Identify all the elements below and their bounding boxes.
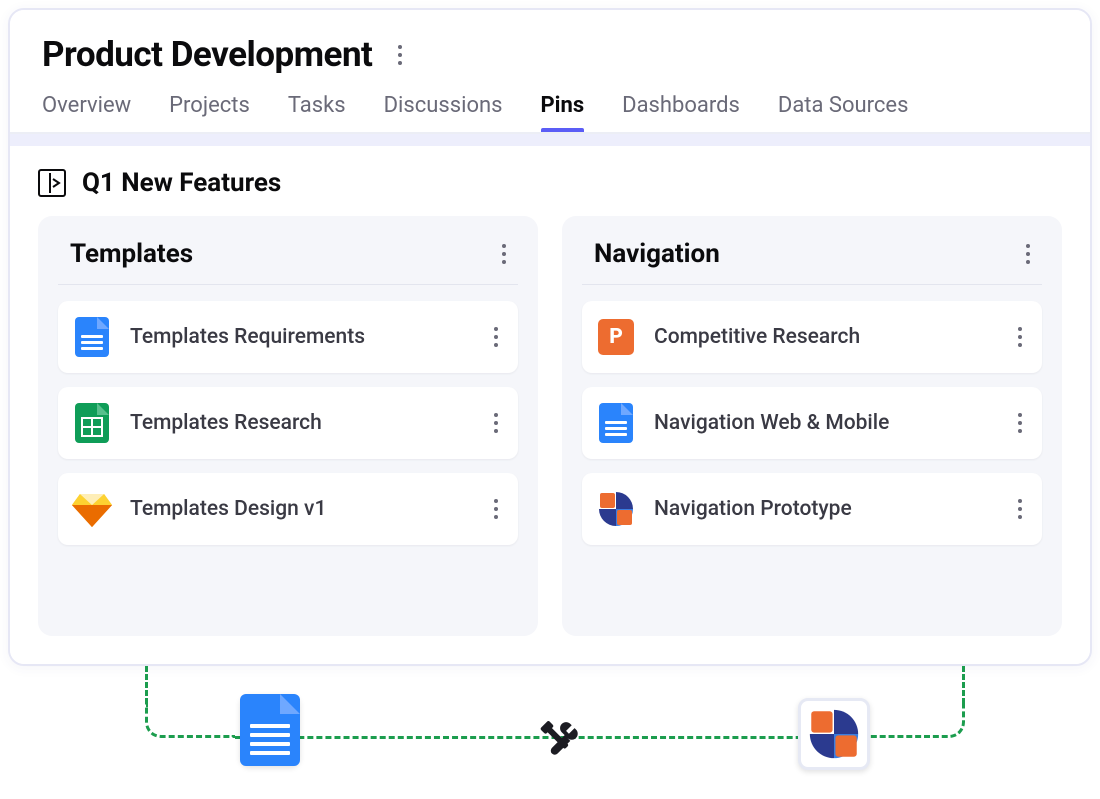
card-templates-research[interactable]: Templates Research bbox=[58, 387, 518, 459]
tab-projects[interactable]: Projects bbox=[169, 93, 250, 132]
tab-pins[interactable]: Pins bbox=[541, 93, 585, 132]
card-label: Competitive Research bbox=[654, 325, 994, 349]
title-row: Product Development bbox=[42, 34, 1058, 75]
section-title: Q1 New Features bbox=[82, 168, 281, 198]
card-more-icon[interactable] bbox=[488, 493, 504, 525]
card-templates-design[interactable]: Templates Design v1 bbox=[58, 473, 518, 545]
app-window: Product Development Overview Projects Ta… bbox=[8, 8, 1092, 666]
column-templates: Templates Templates Requirements Templat… bbox=[38, 216, 538, 636]
sketch-icon bbox=[72, 489, 112, 529]
card-more-icon[interactable] bbox=[1012, 493, 1028, 525]
tab-data-sources[interactable]: Data Sources bbox=[778, 93, 909, 132]
page-more-icon[interactable] bbox=[392, 39, 408, 71]
card-label: Navigation Prototype bbox=[654, 497, 994, 521]
card-label: Navigation Web & Mobile bbox=[654, 411, 994, 435]
card-navigation-web-mobile[interactable]: Navigation Web & Mobile bbox=[582, 387, 1042, 459]
google-doc-icon bbox=[72, 317, 112, 357]
tab-dashboards[interactable]: Dashboards bbox=[622, 93, 740, 132]
card-templates-requirements[interactable]: Templates Requirements bbox=[58, 301, 518, 373]
page-title: Product Development bbox=[42, 34, 372, 75]
card-more-icon[interactable] bbox=[488, 321, 504, 353]
card-label: Templates Requirements bbox=[130, 325, 470, 349]
tab-tasks[interactable]: Tasks bbox=[288, 93, 346, 132]
header: Product Development Overview Projects Ta… bbox=[10, 10, 1090, 132]
tools-icon bbox=[535, 714, 583, 766]
card-label: Templates Design v1 bbox=[130, 497, 470, 521]
card-more-icon[interactable] bbox=[1012, 407, 1028, 439]
column-more-icon[interactable] bbox=[496, 238, 512, 270]
tab-discussions[interactable]: Discussions bbox=[384, 93, 503, 132]
column-title: Navigation bbox=[594, 239, 720, 269]
tabs: Overview Projects Tasks Discussions Pins… bbox=[42, 93, 1058, 132]
columns: Templates Templates Requirements Templat… bbox=[38, 216, 1062, 636]
google-sheets-icon bbox=[72, 403, 112, 443]
prototype-icon bbox=[798, 698, 870, 770]
column-header: Templates bbox=[58, 234, 518, 285]
section: Q1 New Features Templates Templates Requ… bbox=[10, 146, 1090, 664]
connector-curve bbox=[145, 704, 235, 738]
card-more-icon[interactable] bbox=[1012, 321, 1028, 353]
column-header: Navigation bbox=[582, 234, 1042, 285]
google-doc-icon bbox=[240, 694, 300, 766]
connector-curve bbox=[865, 704, 965, 738]
integration-diagram bbox=[10, 674, 1090, 784]
prototype-icon bbox=[596, 489, 636, 529]
column-more-icon[interactable] bbox=[1020, 238, 1036, 270]
google-doc-icon bbox=[596, 403, 636, 443]
powerpoint-icon: P bbox=[596, 317, 636, 357]
column-navigation: Navigation P Competitive Research Naviga… bbox=[562, 216, 1062, 636]
connector-line bbox=[962, 666, 965, 704]
card-navigation-prototype[interactable]: Navigation Prototype bbox=[582, 473, 1042, 545]
connector-line bbox=[145, 666, 148, 704]
subheader-bar bbox=[10, 134, 1090, 146]
column-title: Templates bbox=[70, 239, 193, 269]
card-more-icon[interactable] bbox=[488, 407, 504, 439]
section-header: Q1 New Features bbox=[38, 168, 1062, 198]
card-label: Templates Research bbox=[130, 411, 470, 435]
card-competitive-research[interactable]: P Competitive Research bbox=[582, 301, 1042, 373]
collapse-icon[interactable] bbox=[38, 169, 66, 197]
tab-overview[interactable]: Overview bbox=[42, 93, 131, 132]
